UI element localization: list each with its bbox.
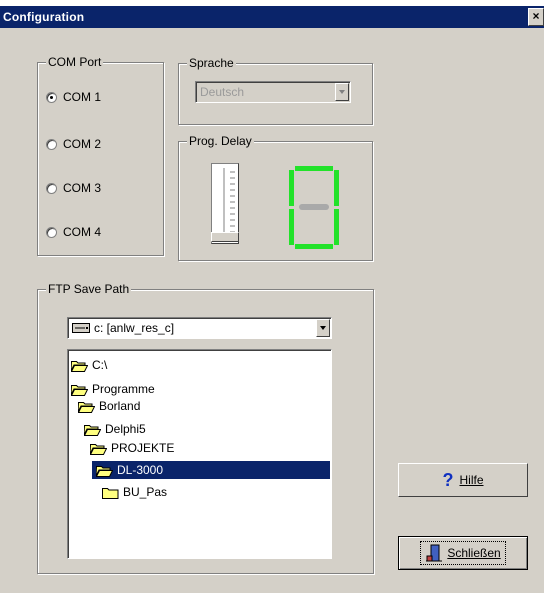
close-window-button[interactable]: × bbox=[528, 8, 544, 26]
chevron-down-icon bbox=[339, 90, 345, 94]
led-segment-top bbox=[295, 166, 333, 171]
led-segment-bottom bbox=[295, 244, 333, 249]
folder-item[interactable]: PROJEKTE bbox=[90, 439, 174, 457]
folder-label: DL-3000 bbox=[117, 463, 164, 477]
open-folder-icon bbox=[71, 360, 88, 372]
window-title: Configuration bbox=[3, 10, 85, 24]
led-segment-right-lower bbox=[334, 209, 339, 245]
radio-button-icon bbox=[46, 91, 57, 103]
radio-com4[interactable]: COM 4 bbox=[46, 225, 101, 239]
folder-item[interactable]: Programme bbox=[71, 380, 155, 398]
folder-item[interactable]: Delphi5 bbox=[84, 420, 146, 438]
open-folder-icon bbox=[96, 465, 113, 477]
prog-delay-group: Prog. Delay 0 bbox=[178, 134, 373, 261]
radio-button-icon bbox=[46, 182, 57, 194]
help-button[interactable]: ? Hilfe bbox=[398, 463, 528, 497]
folder-tree[interactable]: C:\ Programme Borland Delphi5 PROJEKTE D… bbox=[67, 349, 332, 559]
sprache-group: Sprache Deutsch bbox=[178, 56, 373, 125]
radio-com2[interactable]: COM 2 bbox=[46, 137, 101, 151]
delay-slider[interactable] bbox=[211, 163, 239, 244]
language-value: Deutsch bbox=[200, 85, 245, 99]
radio-com1[interactable]: COM 1 bbox=[46, 90, 101, 104]
title-bar[interactable]: Configuration × bbox=[0, 6, 544, 28]
slider-thumb[interactable] bbox=[211, 232, 239, 242]
folder-label: PROJEKTE bbox=[111, 441, 175, 455]
configuration-window: Configuration × COM Port COM 1 COM 2 COM… bbox=[0, 6, 544, 593]
radio-label: COM 3 bbox=[63, 181, 102, 195]
help-button-label: Hilfe bbox=[459, 473, 484, 487]
folder-label: Borland bbox=[99, 399, 141, 413]
radio-button-icon bbox=[46, 138, 57, 150]
folder-label: Delphi5 bbox=[105, 422, 146, 436]
folder-label: Programme bbox=[92, 382, 155, 396]
close-icon: × bbox=[532, 9, 540, 23]
open-folder-icon bbox=[78, 401, 95, 413]
led-segment-middle bbox=[299, 204, 329, 210]
language-dropdown-button[interactable] bbox=[335, 83, 349, 101]
ftp-save-path-legend: FTP Save Path bbox=[46, 282, 132, 296]
folder-label: BU_Pas bbox=[123, 485, 168, 499]
close-button-label: Schließen bbox=[447, 546, 501, 560]
folder-label: C:\ bbox=[92, 358, 108, 372]
radio-button-icon bbox=[46, 226, 57, 238]
open-folder-icon bbox=[71, 384, 88, 396]
drive-select[interactable]: c: [anlw_res_c] bbox=[67, 317, 332, 339]
open-folder-icon bbox=[90, 443, 107, 455]
radio-com3[interactable]: COM 3 bbox=[46, 181, 101, 195]
closed-folder-icon bbox=[102, 487, 119, 499]
radio-label: COM 1 bbox=[63, 90, 102, 104]
door-exit-icon bbox=[426, 544, 443, 562]
prog-delay-legend: Prog. Delay bbox=[187, 134, 254, 148]
radio-label: COM 2 bbox=[63, 137, 102, 151]
language-select[interactable]: Deutsch bbox=[195, 81, 351, 103]
radio-label: COM 4 bbox=[63, 225, 102, 239]
com-port-group: COM Port COM 1 COM 2 COM 3 COM 4 bbox=[37, 55, 164, 256]
open-folder-icon bbox=[84, 424, 101, 436]
drive-icon bbox=[72, 323, 90, 333]
folder-item[interactable]: C:\ bbox=[71, 356, 107, 374]
folder-item[interactable]: Borland bbox=[78, 397, 140, 415]
com-port-legend: COM Port bbox=[46, 55, 104, 69]
drive-dropdown-button[interactable] bbox=[316, 319, 330, 337]
drive-value: c: [anlw_res_c] bbox=[94, 321, 175, 335]
chevron-down-icon bbox=[320, 326, 326, 330]
led-segment-left-upper bbox=[289, 170, 294, 206]
close-button[interactable]: Schließen bbox=[398, 536, 528, 570]
led-segment-right-upper bbox=[334, 170, 339, 206]
folder-item-selected[interactable]: DL-3000 bbox=[92, 461, 330, 479]
folder-item[interactable]: BU_Pas bbox=[102, 483, 167, 501]
delay-digit-display: 0 bbox=[289, 166, 339, 251]
led-segment-left-lower bbox=[289, 209, 294, 245]
question-icon: ? bbox=[442, 469, 454, 490]
sprache-legend: Sprache bbox=[187, 56, 236, 70]
